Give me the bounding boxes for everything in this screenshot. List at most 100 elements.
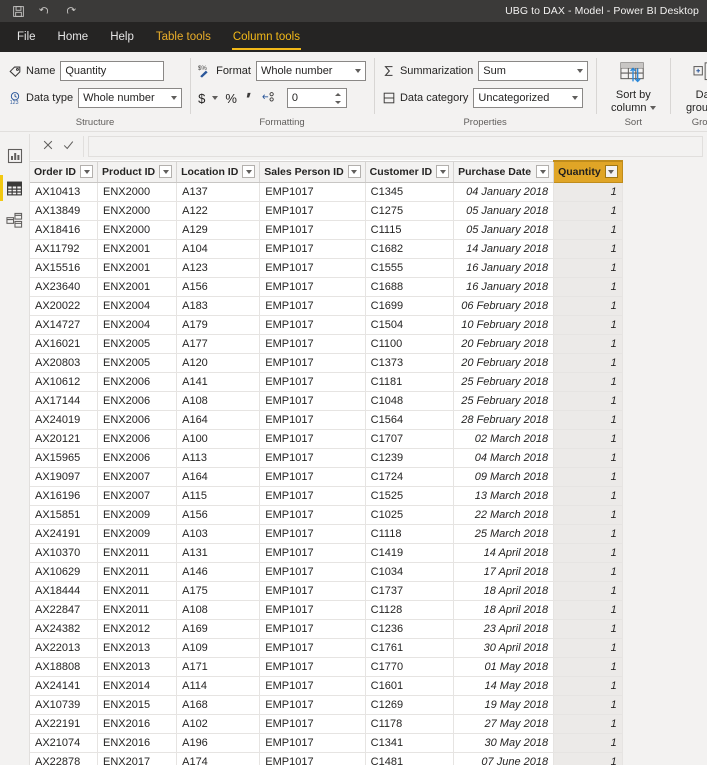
table-cell[interactable]: EMP1017 [259,714,366,734]
format-dropdown[interactable]: Whole number [255,61,366,81]
table-cell[interactable]: 1 [553,733,623,753]
table-row[interactable]: AX16021 ENX2005 A177 EMP1017 C1100 20 Februar… [30,334,623,354]
table-cell[interactable]: C1178 [365,714,455,734]
column-header-customer-id[interactable]: Customer ID [365,160,455,183]
table-cell[interactable]: A103 [176,524,261,544]
table-cell[interactable]: AX10739 [30,695,99,715]
table-cell[interactable]: ENX2007 [97,467,178,487]
table-row[interactable]: AX16196 ENX2007 A115 EMP1017 C1525 13 March 2… [30,486,623,506]
table-cell[interactable]: 1 [553,353,623,373]
table-cell[interactable]: EMP1017 [259,277,366,297]
table-cell[interactable]: 1 [553,258,623,278]
tab-table-tools[interactable]: Table tools [145,22,222,52]
filter-dropdown-icon[interactable] [436,165,450,178]
filter-dropdown-icon[interactable] [536,165,550,178]
column-header-sales-person-id[interactable]: Sales Person ID [259,160,366,183]
table-cell[interactable]: 1 [553,581,623,601]
table-cell[interactable]: 1 [553,239,623,259]
table-row[interactable]: AX11792 ENX2001 A104 EMP1017 C1682 14 January… [30,239,623,259]
table-cell[interactable]: 1 [553,334,623,354]
table-cell[interactable]: EMP1017 [259,638,366,658]
table-cell[interactable]: ENX2007 [97,486,178,506]
table-cell[interactable]: 25 February 2018 [453,372,555,392]
column-header-quantity[interactable]: Quantity [553,160,623,183]
table-cell[interactable]: EMP1017 [259,543,366,563]
stepper-icon[interactable] [334,90,343,106]
table-cell[interactable]: ENX2001 [97,258,178,278]
table-row[interactable]: AX15965 ENX2006 A113 EMP1017 C1239 04 March 2… [30,448,623,468]
table-cell[interactable]: EMP1017 [259,486,366,506]
table-cell[interactable]: C1345 [365,182,455,202]
table-cell[interactable]: EMP1017 [259,201,366,221]
table-cell[interactable]: ENX2015 [97,695,178,715]
table-cell[interactable]: A129 [176,220,261,240]
table-cell[interactable]: C1239 [365,448,455,468]
sidebar-item-data-view[interactable] [0,172,29,204]
table-cell[interactable]: ENX2014 [97,676,178,696]
table-cell[interactable]: C1564 [365,410,455,430]
table-cell[interactable]: AX19097 [30,467,99,487]
table-cell[interactable]: 1 [553,315,623,335]
tab-column-tools[interactable]: Column tools [222,22,311,52]
table-cell[interactable]: C1275 [365,201,455,221]
table-cell[interactable]: C1048 [365,391,455,411]
table-cell[interactable]: EMP1017 [259,410,366,430]
table-cell[interactable]: EMP1017 [259,315,366,335]
table-row[interactable]: AX24382 ENX2012 A169 EMP1017 C1236 23 April 2… [30,619,623,639]
table-cell[interactable]: C1128 [365,600,455,620]
table-cell[interactable]: A183 [176,296,261,316]
table-cell[interactable]: 04 March 2018 [453,448,555,468]
filter-dropdown-icon[interactable] [80,165,94,178]
table-cell[interactable]: A108 [176,600,261,620]
table-cell[interactable]: AX18416 [30,220,99,240]
table-cell[interactable]: AX20121 [30,429,99,449]
table-cell[interactable]: EMP1017 [259,733,366,753]
table-cell[interactable]: AX22191 [30,714,99,734]
table-cell[interactable]: AX17144 [30,391,99,411]
table-cell[interactable]: ENX2000 [97,220,178,240]
table-row[interactable]: AX10370 ENX2011 A131 EMP1017 C1419 14 April 2… [30,543,623,563]
table-cell[interactable]: 20 February 2018 [453,353,555,373]
table-row[interactable]: AX19097 ENX2007 A164 EMP1017 C1724 09 March 2… [30,467,623,487]
table-cell[interactable]: C1034 [365,562,455,582]
table-cell[interactable]: 13 March 2018 [453,486,555,506]
sort-by-column-button[interactable]: Sort by column [604,57,662,114]
table-cell[interactable]: 10 February 2018 [453,315,555,335]
table-cell[interactable]: AX15965 [30,448,99,468]
filter-dropdown-icon[interactable] [159,165,173,178]
table-cell[interactable]: 1 [553,182,623,202]
table-row[interactable]: AX13849 ENX2000 A122 EMP1017 C1275 05 January… [30,201,623,221]
table-cell[interactable]: 1 [553,201,623,221]
tab-help[interactable]: Help [99,22,145,52]
table-cell[interactable]: EMP1017 [259,334,366,354]
table-cell[interactable]: EMP1017 [259,600,366,620]
table-cell[interactable]: 14 May 2018 [453,676,555,696]
table-cell[interactable]: A174 [176,752,261,765]
table-cell[interactable]: C1699 [365,296,455,316]
table-cell[interactable]: C1707 [365,429,455,449]
table-cell[interactable]: AX20022 [30,296,99,316]
table-cell[interactable]: ENX2017 [97,752,178,765]
table-cell[interactable]: 1 [553,410,623,430]
datacategory-dropdown[interactable]: Uncategorized [473,88,584,108]
table-cell[interactable]: 1 [553,695,623,715]
table-cell[interactable]: 25 February 2018 [453,391,555,411]
table-cell[interactable]: ENX2011 [97,581,178,601]
table-cell[interactable]: 1 [553,752,623,765]
table-cell[interactable]: 1 [553,657,623,677]
table-cell[interactable]: A171 [176,657,261,677]
table-cell[interactable]: AX18808 [30,657,99,677]
table-cell[interactable]: ENX2005 [97,334,178,354]
table-cell[interactable]: AX22847 [30,600,99,620]
chevron-down-icon[interactable] [212,96,219,100]
save-icon[interactable] [6,1,30,21]
table-cell[interactable]: 1 [553,429,623,449]
table-cell[interactable]: A123 [176,258,261,278]
table-row[interactable]: AX24019 ENX2006 A164 EMP1017 C1564 28 Februar… [30,410,623,430]
table-cell[interactable]: 1 [553,714,623,734]
table-cell[interactable]: ENX2012 [97,619,178,639]
table-cell[interactable]: A156 [176,277,261,297]
table-cell[interactable]: C1341 [365,733,455,753]
table-cell[interactable]: AX11792 [30,239,99,259]
table-cell[interactable]: A108 [176,391,261,411]
